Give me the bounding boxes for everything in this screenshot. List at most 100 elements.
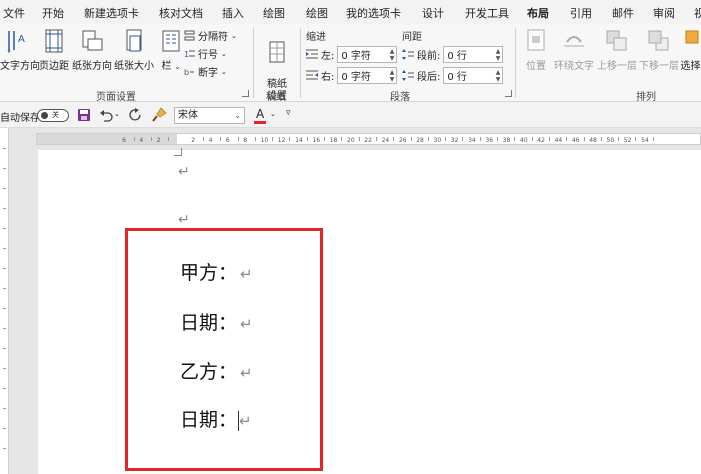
ruler-minor-tick <box>254 137 256 141</box>
redo-icon[interactable] <box>129 108 143 122</box>
spacing-before-input[interactable]: 0 行 ▲ ▼ <box>443 46 504 63</box>
save-icon[interactable] <box>77 108 91 122</box>
ruler-minor-tick <box>375 137 377 141</box>
font-color-bar <box>254 121 266 124</box>
format-painter-icon[interactable] <box>152 107 167 122</box>
font-color-button[interactable]: A <box>256 107 264 121</box>
tab-proofread[interactable]: 核对文档 <box>159 5 203 21</box>
margins-button[interactable]: 页边距 <box>37 28 71 72</box>
tab-new-tab[interactable]: 新建选项卡 <box>84 5 139 21</box>
line-text: 日期： <box>180 409 238 431</box>
ruler-minor-tick <box>324 137 326 141</box>
spacing-after-row: 段后: 0 行 ▲ ▼ <box>402 67 504 84</box>
manuscript-group-label: 稿纸 <box>266 92 286 103</box>
tab-mailings[interactable]: 邮件 <box>612 5 634 21</box>
wrap-text-label: 环绕文字 <box>554 61 594 72</box>
paragraph-mark: ↵ <box>240 364 253 382</box>
margin-corner-mark <box>174 148 182 156</box>
tab-design[interactable]: 设计 <box>422 5 444 21</box>
breaks-button[interactable]: 分隔符 ⌄ <box>184 28 237 43</box>
document-page[interactable]: ↵ ↵ 甲方： ↵ 日期： ↵ 乙方： ↵ 日期： ↵ <box>38 148 701 474</box>
bring-forward-icon <box>606 30 627 51</box>
tab-view[interactable]: 视 <box>694 5 701 21</box>
size-label: 纸张大小 <box>114 61 154 72</box>
selection-pane-button[interactable]: 选择 <box>680 28 701 72</box>
paragraph-launcher[interactable] <box>505 90 512 97</box>
ruler-tick-label: 46 <box>571 137 580 144</box>
ruler-minor-tick <box>272 137 274 141</box>
tab-layout[interactable]: 布局 <box>527 5 549 26</box>
font-color-dropdown-icon[interactable]: ⌄ <box>270 110 276 118</box>
hyphenation-button[interactable]: b 断字 ⌄ <box>184 64 227 80</box>
breaks-label: 分隔符 <box>198 32 228 43</box>
columns-button[interactable]: 栏 ⌄ <box>158 28 184 72</box>
ruler-minor-tick <box>652 137 654 141</box>
ruler-minor-tick <box>600 137 602 141</box>
ruler-tick-label: 44 <box>554 137 563 144</box>
ruler-minor-tick <box>168 137 170 141</box>
font-name-select[interactable]: 宋体 ⌄ <box>174 107 245 124</box>
tab-insert[interactable]: 插入 <box>222 5 244 21</box>
tab-references[interactable]: 引用 <box>570 5 592 21</box>
tab-home[interactable]: 开始 <box>42 5 64 21</box>
indent-left-input[interactable]: 0 字符 ▲ ▼ <box>337 46 398 63</box>
spacing-after-input[interactable]: 0 行 ▲ ▼ <box>443 67 504 84</box>
size-button[interactable]: 纸张大小 <box>113 28 155 72</box>
tab-draw[interactable]: 绘图 <box>263 5 285 21</box>
ruler-tick-label: 30 <box>433 137 442 144</box>
send-backward-button[interactable]: 下移一层 <box>638 28 680 72</box>
ruler-minor-tick <box>548 137 550 141</box>
text-line-party-a[interactable]: 甲方： ↵ <box>180 258 253 285</box>
svg-text:b: b <box>184 68 189 77</box>
ruler-minor-tick <box>514 137 516 141</box>
ruler-tick-label: 10 <box>260 137 269 144</box>
ruler-tick-label: 2 <box>156 137 161 144</box>
wrap-text-button[interactable]: 环绕文字 <box>553 28 595 72</box>
tab-review[interactable]: 审阅 <box>653 5 675 21</box>
tab-file[interactable]: 文件 <box>3 5 25 21</box>
ruler-minor-tick <box>133 137 135 141</box>
ruler-minor-tick <box>583 137 585 141</box>
text-direction-button[interactable]: A 文字方向 <box>0 28 40 72</box>
indent-right-input[interactable]: 0 字符 ▲ ▼ <box>337 67 398 84</box>
text-line-date-2[interactable]: 日期： ↵ <box>180 405 252 432</box>
orientation-button[interactable]: 纸张方向 <box>72 28 112 72</box>
paragraph-mark: ↵ <box>240 315 253 333</box>
position-button[interactable]: 位置 <box>520 28 552 72</box>
text-line-date-1[interactable]: 日期： ↵ <box>180 308 253 335</box>
ruler-minor-tick <box>151 137 153 141</box>
group-separator <box>515 28 516 98</box>
bring-forward-button[interactable]: 上移一层 <box>596 28 638 72</box>
ruler-minor-tick <box>237 137 239 141</box>
ruler-tick-label: 26 <box>398 137 407 144</box>
indent-title: 缩进 <box>306 32 326 43</box>
undo-icon[interactable] <box>99 108 113 122</box>
customize-toolbar-icon[interactable]: ▿ <box>286 108 291 118</box>
ruler-minor-tick <box>306 137 308 141</box>
ruler-minor-tick <box>202 137 204 141</box>
line-text: 甲方： <box>180 262 238 284</box>
undo-dropdown-icon[interactable]: ⌄ <box>114 110 120 118</box>
position-label: 位置 <box>526 61 546 72</box>
tab-my-tab[interactable]: 我的选项卡 <box>346 5 401 21</box>
ruler-minor-tick <box>410 137 412 141</box>
ruler-tick-label: 38 <box>502 137 511 144</box>
margins-label: 页边距 <box>39 61 69 72</box>
page-setup-launcher[interactable] <box>242 90 249 97</box>
spacing-before-label: 段前: <box>417 51 441 62</box>
line-numbers-button[interactable]: 1 行号 ⌄ <box>184 46 227 62</box>
group-separator <box>300 28 301 98</box>
autosave-toggle[interactable]: 关 <box>37 109 69 122</box>
tab-draw-2[interactable]: 绘图 <box>306 5 328 21</box>
ruler-tick-label: 42 <box>537 137 545 144</box>
chevron-down-icon: ⌄ <box>234 111 241 120</box>
manuscript-icon <box>269 41 285 63</box>
ruler-tick-label: 4 <box>208 137 213 144</box>
line-numbers-icon: 1 <box>184 50 195 59</box>
spacing-title: 间距 <box>402 32 422 43</box>
menu-bar: 文件 开始 新建选项卡 核对文档 插入 绘图 绘图 我的选项卡 设计 开发工具 … <box>0 0 701 26</box>
ruler-tick-label: 54 <box>641 137 649 144</box>
tab-developer[interactable]: 开发工具 <box>465 5 509 21</box>
text-line-party-b[interactable]: 乙方： ↵ <box>180 357 253 384</box>
ruler-minor-tick <box>358 137 360 141</box>
